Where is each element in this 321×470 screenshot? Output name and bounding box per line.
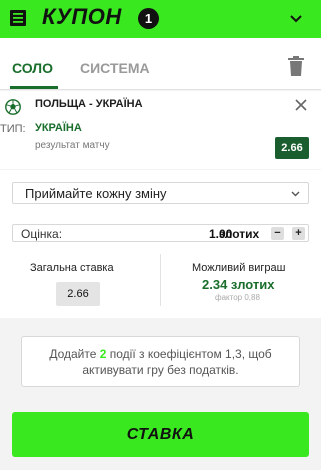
coupon-count-badge: 1 [138,8,159,29]
tax-free-promo: Додайте 2 події з коефіцієнтом 1,3, щоб … [21,336,300,387]
coupon-header[interactable]: КУПОН 1 [0,0,321,38]
bet-settings: Приймайте кожну зміну Оцінка: 1.00 злоти… [0,170,321,318]
chevron-down-icon[interactable] [289,12,303,26]
stake-currency: злотих [219,227,260,241]
possible-win-label: Можливий виграш [192,262,286,274]
trash-icon[interactable] [288,56,304,76]
odds-change-select[interactable]: Приймайте кожну зміну [12,182,309,204]
bet-type-tabs: СОЛО СИСТЕМА [0,38,321,90]
bet-pick: УКРАЇНА [35,122,82,134]
coupon-list-icon [10,10,26,26]
place-bet-button[interactable]: СТАВКА [12,412,309,457]
tab-system[interactable]: СИСТЕМА [80,60,150,76]
total-stake-value: 2.66 [56,282,100,306]
football-icon [5,99,21,115]
chevron-down-icon [291,191,300,197]
close-icon[interactable] [295,99,307,111]
promo-text-after: події з коефіцієнтом 1,3, щоб активувати… [82,347,272,377]
active-tab-indicator [10,86,58,89]
possible-win-value: 2.34 злотих [202,277,275,292]
factor-value: фактор 0,88 [215,293,260,302]
stake-increase-button[interactable]: + [292,227,305,240]
stake-label: Оцінка: [21,227,63,241]
bet-selection: ПОЛЬЩА - УКРАЇНА ТИП: УКРАЇНА результат … [0,91,321,169]
stake-decrease-button[interactable]: − [271,227,284,240]
total-stake-label: Загальна ставка [30,262,114,274]
stake-input[interactable]: Оцінка: 1.00 злотих − + [12,224,309,242]
summary-divider [160,254,161,306]
promo-text-before: Додайте [49,347,100,361]
coupon-title: КУПОН [42,4,122,29]
tab-solo[interactable]: СОЛО [12,60,53,76]
match-name: ПОЛЬЩА - УКРАЇНА [35,98,143,110]
bet-type-label: ТИП: [0,123,26,135]
odd-badge: 2.66 [275,137,309,159]
bet-market: результат матчу [35,140,110,151]
odds-change-selected: Приймайте кожну зміну [25,186,167,201]
